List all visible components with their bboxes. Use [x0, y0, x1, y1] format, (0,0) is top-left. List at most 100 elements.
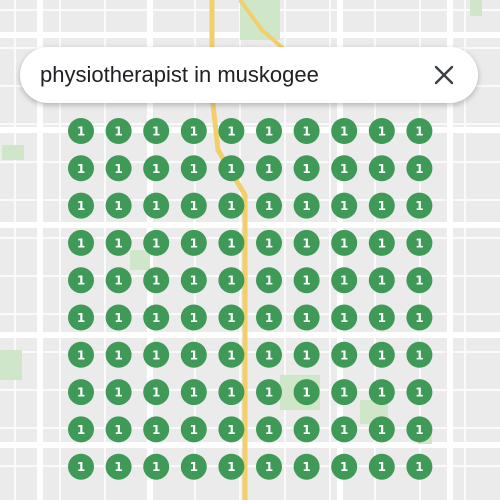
rank-marker[interactable]: 1: [293, 118, 320, 144]
rank-marker[interactable]: 1: [406, 379, 433, 406]
rank-marker[interactable]: 1: [68, 379, 94, 406]
rank-marker[interactable]: 1: [293, 341, 320, 368]
rank-marker[interactable]: 1: [143, 267, 170, 294]
rank-marker[interactable]: 1: [105, 304, 132, 331]
rank-marker[interactable]: 1: [143, 341, 170, 368]
rank-marker[interactable]: 1: [143, 453, 170, 480]
rank-marker[interactable]: 1: [105, 229, 132, 256]
rank-marker[interactable]: 1: [293, 192, 320, 219]
rank-marker[interactable]: 1: [180, 192, 207, 219]
rank-marker[interactable]: 1: [180, 304, 207, 331]
rank-marker[interactable]: 1: [180, 118, 207, 144]
rank-marker[interactable]: 1: [143, 379, 170, 406]
rank-marker[interactable]: 1: [293, 229, 320, 256]
rank-marker[interactable]: 1: [256, 118, 282, 144]
rank-marker[interactable]: 1: [68, 192, 94, 219]
rank-marker[interactable]: 1: [331, 229, 358, 256]
rank-marker[interactable]: 1: [105, 192, 132, 219]
rank-marker[interactable]: 1: [256, 379, 282, 406]
rank-marker[interactable]: 1: [218, 379, 245, 406]
rank-marker[interactable]: 1: [143, 192, 170, 219]
rank-marker[interactable]: 1: [368, 267, 395, 294]
rank-marker[interactable]: 1: [293, 267, 320, 294]
rank-marker[interactable]: 1: [256, 453, 282, 480]
rank-marker[interactable]: 1: [256, 341, 282, 368]
search-query[interactable]: physiotherapist in muskogee: [40, 62, 426, 88]
rank-marker[interactable]: 1: [218, 416, 245, 443]
rank-marker[interactable]: 1: [406, 341, 433, 368]
rank-marker[interactable]: 1: [218, 341, 245, 368]
rank-marker[interactable]: 1: [368, 304, 395, 331]
rank-marker[interactable]: 1: [331, 341, 358, 368]
rank-marker[interactable]: 1: [218, 229, 245, 256]
rank-marker[interactable]: 1: [331, 155, 358, 182]
rank-marker[interactable]: 1: [105, 155, 132, 182]
rank-marker[interactable]: 1: [180, 379, 207, 406]
rank-marker[interactable]: 1: [256, 267, 282, 294]
rank-marker[interactable]: 1: [105, 341, 132, 368]
rank-marker[interactable]: 1: [105, 379, 132, 406]
rank-marker[interactable]: 1: [368, 192, 395, 219]
rank-marker[interactable]: 1: [105, 416, 132, 443]
rank-marker[interactable]: 1: [406, 453, 433, 480]
rank-marker[interactable]: 1: [331, 118, 358, 144]
rank-marker[interactable]: 1: [406, 192, 433, 219]
rank-marker[interactable]: 1: [143, 416, 170, 443]
rank-marker[interactable]: 1: [180, 229, 207, 256]
rank-marker[interactable]: 1: [293, 416, 320, 443]
rank-marker[interactable]: 1: [331, 267, 358, 294]
rank-marker[interactable]: 1: [68, 267, 94, 294]
rank-marker[interactable]: 1: [406, 267, 433, 294]
rank-marker[interactable]: 1: [331, 453, 358, 480]
rank-marker[interactable]: 1: [105, 267, 132, 294]
close-icon[interactable]: [426, 57, 462, 93]
rank-marker[interactable]: 1: [218, 267, 245, 294]
rank-marker[interactable]: 1: [331, 192, 358, 219]
rank-marker[interactable]: 1: [68, 155, 94, 182]
rank-marker[interactable]: 1: [368, 118, 395, 144]
rank-marker[interactable]: 1: [256, 192, 282, 219]
rank-marker[interactable]: 1: [180, 453, 207, 480]
rank-marker[interactable]: 1: [68, 341, 94, 368]
rank-marker[interactable]: 1: [143, 304, 170, 331]
rank-marker[interactable]: 1: [218, 453, 245, 480]
rank-marker[interactable]: 1: [68, 304, 94, 331]
rank-marker[interactable]: 1: [180, 155, 207, 182]
rank-marker[interactable]: 1: [331, 379, 358, 406]
rank-marker[interactable]: 1: [368, 229, 395, 256]
search-bar[interactable]: physiotherapist in muskogee: [20, 47, 478, 103]
rank-marker[interactable]: 1: [105, 453, 132, 480]
rank-marker[interactable]: 1: [406, 155, 433, 182]
rank-marker[interactable]: 1: [331, 304, 358, 331]
rank-marker[interactable]: 1: [143, 155, 170, 182]
rank-marker[interactable]: 1: [406, 304, 433, 331]
rank-marker[interactable]: 1: [368, 341, 395, 368]
rank-marker[interactable]: 1: [406, 229, 433, 256]
rank-marker[interactable]: 1: [256, 304, 282, 331]
rank-marker[interactable]: 1: [331, 416, 358, 443]
rank-marker[interactable]: 1: [180, 341, 207, 368]
rank-marker[interactable]: 1: [68, 118, 94, 144]
rank-marker[interactable]: 1: [143, 229, 170, 256]
rank-marker[interactable]: 1: [293, 304, 320, 331]
rank-marker[interactable]: 1: [218, 118, 245, 144]
rank-marker[interactable]: 1: [143, 118, 170, 144]
rank-marker[interactable]: 1: [218, 192, 245, 219]
rank-marker[interactable]: 1: [293, 379, 320, 406]
rank-marker[interactable]: 1: [368, 155, 395, 182]
rank-marker[interactable]: 1: [218, 304, 245, 331]
rank-marker[interactable]: 1: [256, 229, 282, 256]
rank-marker[interactable]: 1: [406, 118, 433, 144]
rank-marker[interactable]: 1: [68, 229, 94, 256]
rank-marker[interactable]: 1: [368, 379, 395, 406]
rank-marker[interactable]: 1: [368, 416, 395, 443]
rank-marker[interactable]: 1: [368, 453, 395, 480]
rank-marker[interactable]: 1: [256, 416, 282, 443]
rank-marker[interactable]: 1: [256, 155, 282, 182]
rank-marker[interactable]: 1: [180, 267, 207, 294]
rank-marker[interactable]: 1: [68, 453, 94, 480]
rank-marker[interactable]: 1: [218, 155, 245, 182]
rank-marker[interactable]: 1: [293, 155, 320, 182]
rank-marker[interactable]: 1: [406, 416, 433, 443]
rank-marker[interactable]: 1: [68, 416, 94, 443]
